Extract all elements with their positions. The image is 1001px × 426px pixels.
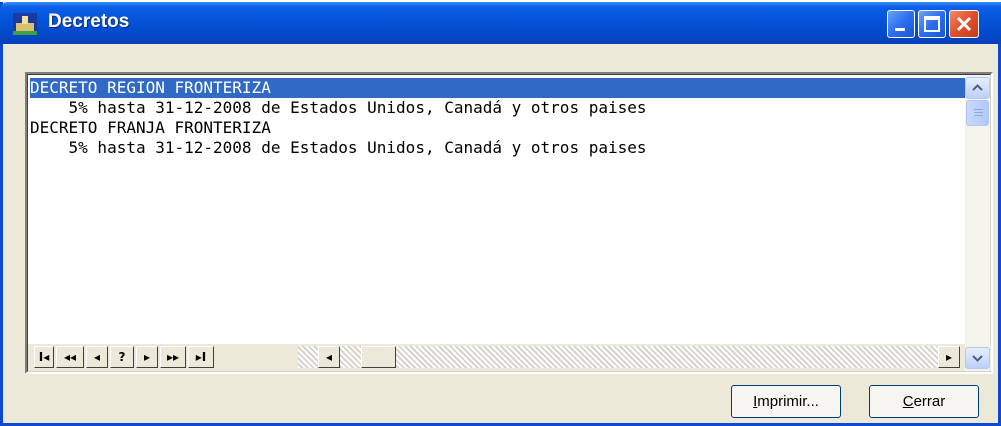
close-icon [956,16,972,32]
minimize-icon [895,28,905,31]
close-window-button[interactable] [949,10,979,38]
next-record-button[interactable]: ▸ [136,346,158,368]
next-page-button[interactable]: ▸▸ [160,346,186,368]
vertical-scrollbar[interactable] [965,75,990,345]
list-item-selected[interactable]: DECRETO REGION FRONTERIZA [30,78,970,98]
building-icon [13,13,37,35]
horizontal-scroll-thumb[interactable] [361,346,396,368]
window-title: Decretos [48,11,130,32]
vertical-scroll-thumb[interactable] [966,100,989,126]
previous-record-button[interactable]: ◂ [86,346,108,368]
find-button[interactable]: ? [110,346,134,368]
chevron-up-icon [972,84,983,91]
scroll-right-button[interactable]: ▸ [938,346,960,368]
decretos-list[interactable]: DECRETO REGION FRONTERIZA 5% hasta 31-12… [25,72,993,374]
title-bar[interactable]: Decretos [0,2,1001,44]
minimize-button[interactable] [887,10,915,38]
last-record-button[interactable]: ▸I [188,346,214,368]
list-item[interactable]: DECRETO FRANJA FRONTERIZA [30,118,970,138]
list-item[interactable]: 5% hasta 31-12-2008 de Estados Unidos, C… [30,138,970,158]
list-lines: DECRETO REGION FRONTERIZA 5% hasta 31-12… [30,78,970,158]
decretos-window: Decretos DECRETO REGION FRONTERIZA 5% ha… [0,2,1001,426]
first-record-button[interactable]: I◂ [34,346,54,368]
maximize-icon [924,16,940,32]
print-button[interactable]: Imprimir... [731,385,841,418]
close-button[interactable]: Cerrar [869,385,979,418]
list-item[interactable]: 5% hasta 31-12-2008 de Estados Unidos, C… [30,98,970,118]
maximize-button[interactable] [918,10,946,38]
chevron-down-icon [972,355,983,362]
scroll-down-button[interactable] [965,347,990,369]
scroll-left-button[interactable]: ◂ [318,346,340,368]
scroll-up-button[interactable] [965,77,990,99]
record-navigator: I◂ ◂◂ ◂? ▸ ▸▸ ▸I ◂ ▸ [28,344,991,371]
previous-page-button[interactable]: ◂◂ [56,346,84,368]
